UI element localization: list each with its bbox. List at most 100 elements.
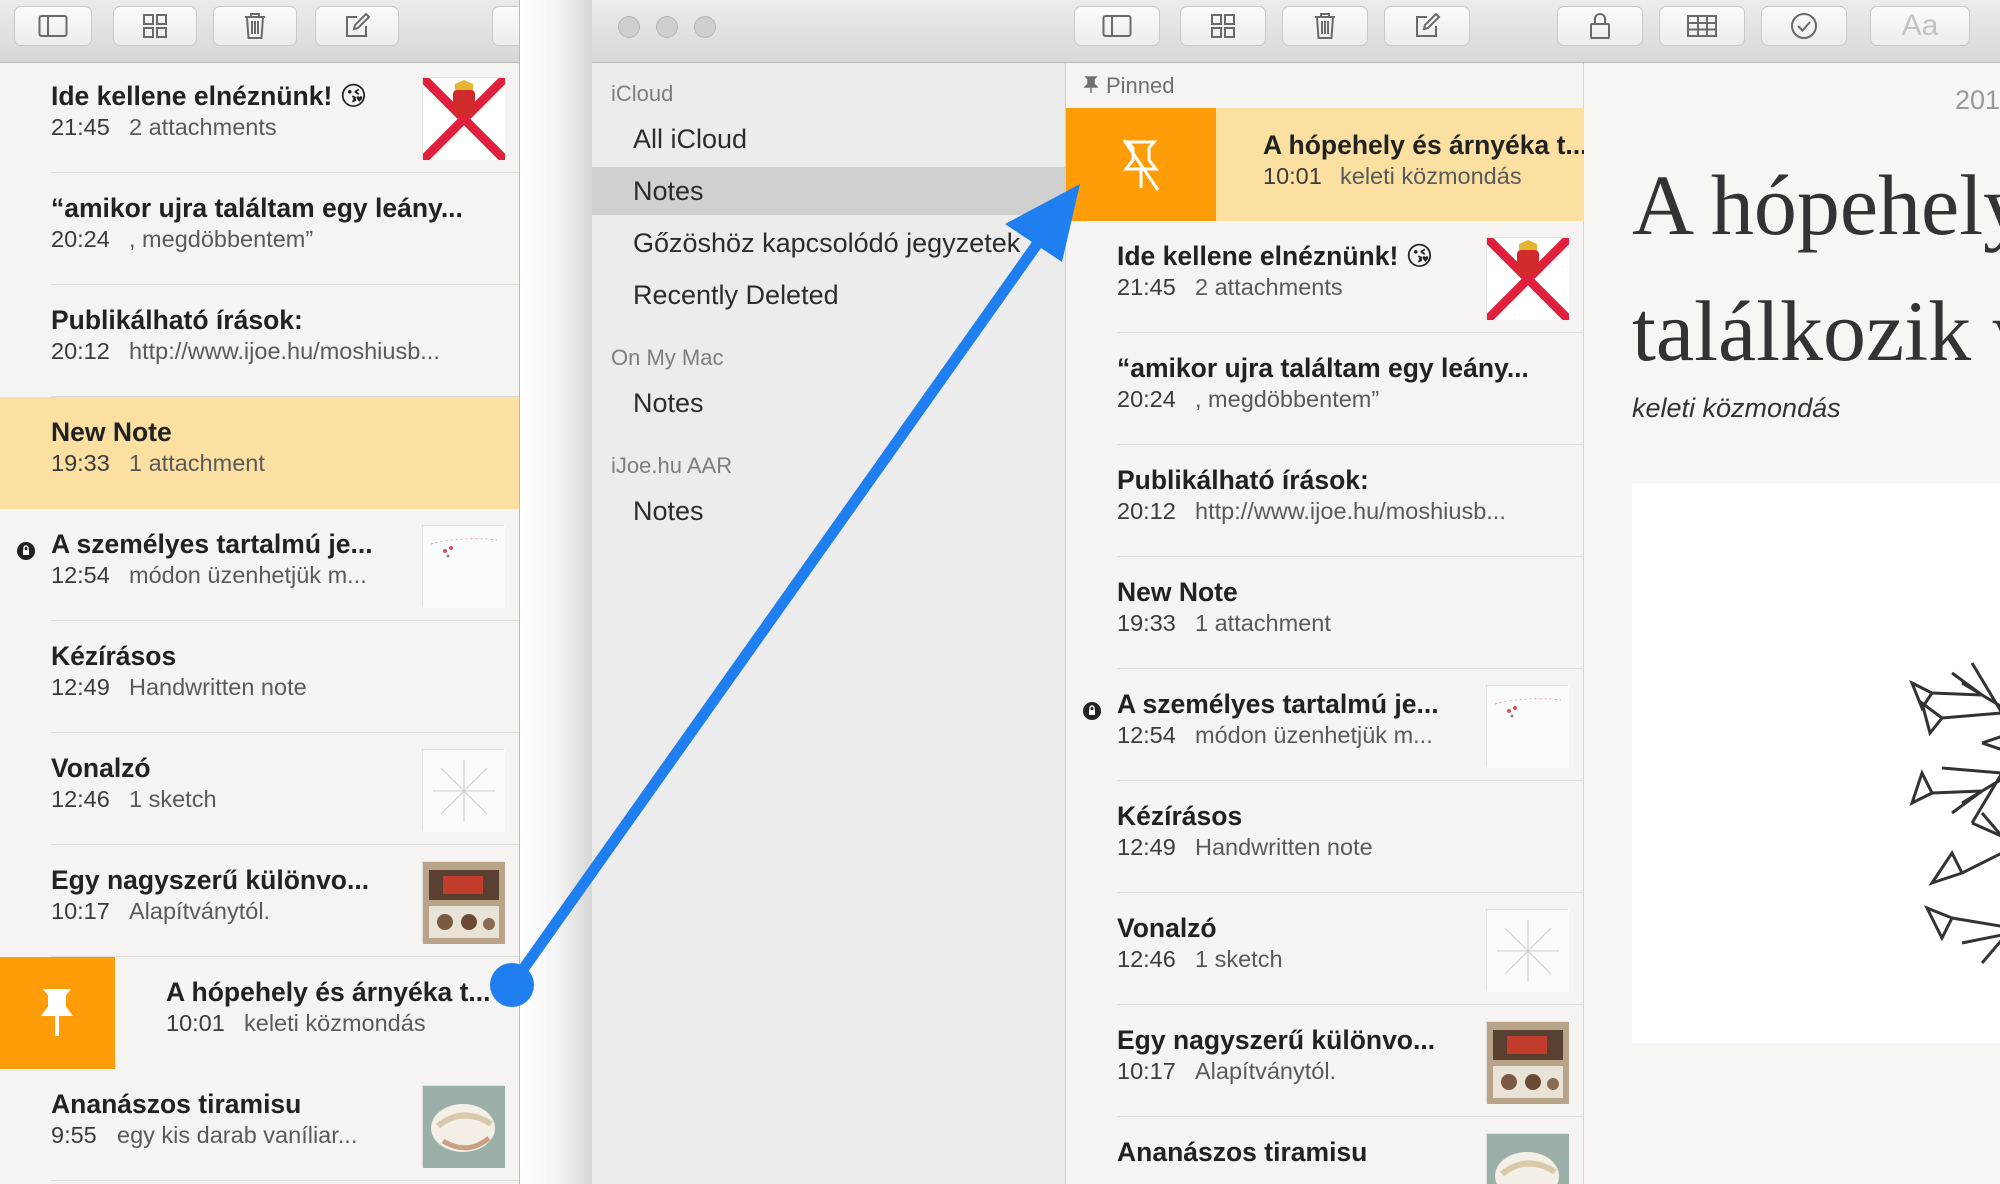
note-row[interactable]: A személyes tartalmú je... 12:54 módon üze… [0,509,519,621]
compose-button[interactable] [1384,6,1470,46]
folder-mac-notes[interactable]: Notes [592,379,1066,427]
checklist-button[interactable] [1761,6,1847,46]
note-row[interactable]: A hópehely és árnyéka t... 10:01 keleti kö… [0,957,519,1069]
gallery-view-button[interactable] [113,6,197,46]
pin-action-button[interactable] [0,957,115,1069]
note-title: “amikor ujra találtam egy leány... [1117,353,1529,383]
sidebar-icon [38,15,68,37]
note-time: 20:12 [51,338,110,364]
note-heading-line-1: A hópehely [1632,157,2000,253]
note-preview: Alapítványtól. [1195,1058,1337,1084]
note-row[interactable]: Egy nagyszerű különvo... 10:17 Alapítványt… [0,845,519,957]
note-preview: módon üzenhetjük m... [129,562,367,588]
format-button[interactable]: Aa [1870,6,1970,46]
note-title: Ide kellene elnéznünk! 😘 [51,81,368,111]
window-shadow [520,0,592,1184]
note-title: Vonalzó [1117,913,1217,943]
table-button[interactable] [1659,6,1745,46]
photo-thumbnail-icon [423,862,505,944]
note-preview: módon üzenhetjük m... [1195,722,1433,748]
minimize-window-button[interactable] [656,16,678,38]
note-thumbnail [1486,909,1569,992]
note-row[interactable]: Ananászos tiramisu 9:55 egy kis darab vaní… [0,1069,519,1181]
note-title: Egy nagyszerű különvo... [1117,1025,1436,1055]
note-preview: egy kis darab vaníliar... [117,1122,358,1148]
note-row[interactable]: “amikor ujra találtam egy leány... 20:24,… [1066,333,1584,445]
note-row[interactable]: Ide kellene elnéznünk! 😘 21:45 2 attachmen… [0,61,519,173]
note-preview: keleti közmondás [244,1010,426,1036]
delete-note-button[interactable] [213,6,297,46]
note-title: New Note [1117,577,1238,607]
delete-note-button[interactable] [1282,6,1368,46]
note-row[interactable]: New Note 19:33 1 attachment [1066,557,1584,669]
note-title: New Note [51,417,172,447]
note-time: 20:12 [1117,498,1176,524]
format-icon: Aa [1901,9,1939,42]
compose-button[interactable] [315,6,399,46]
snowflake-image [1632,483,2000,1043]
note-time: 19:33 [51,450,110,476]
food-thumbnail-icon [1487,1134,1569,1184]
note-row[interactable]: Vonalzó 12:46 1 sketch [0,733,519,845]
note-preview: 2 attachments [129,114,277,140]
group-header-icloud: iCloud [611,81,674,106]
note-row[interactable]: Publikálható írások: 20:12 http://www.ijoe… [0,285,519,397]
note-thumbnail [1486,1133,1569,1184]
zoom-window-button[interactable] [694,16,716,38]
note-row[interactable]: Vonalzó 12:46 1 sketch [1066,893,1584,1005]
note-row[interactable]: Egy nagyszerű különvo... 10:17 Alapítványt… [1066,1005,1584,1117]
note-row[interactable]: Ananászos tiramisu [1066,1117,1584,1184]
note-editor[interactable]: 201 A hópehely találkozik v keleti közmo… [1584,63,2000,1184]
row-separator [51,1180,519,1181]
note-preview: , megdöbbentem” [1195,386,1380,412]
note-preview: Handwritten note [1195,834,1373,860]
close-window-button[interactable] [618,16,640,38]
folder-all-icloud[interactable]: All iCloud [592,115,1066,163]
unpin-action-button[interactable] [1066,108,1216,221]
note-time: 12:46 [1117,946,1176,972]
note-preview: 2 attachments [1195,274,1343,300]
group-header-ijoe: iJoe.hu AAR [611,453,733,478]
note-row[interactable]: Kézírásos 12:49 Handwritten note [0,621,519,733]
note-title: Ananászos tiramisu [1117,1137,1368,1167]
note-time: 12:46 [51,786,110,812]
note-time: 10:01 [1263,163,1322,189]
folders-sidebar: iCloud All iCloud Notes Gőzöshöz kapcsol… [592,63,1066,1184]
note-time: 10:17 [51,898,110,924]
note-title: A hópehely és árnyéka t... [166,977,491,1007]
note-preview: 1 attachment [1195,610,1331,636]
note-title: Ananászos tiramisu [51,1089,302,1119]
note-preview: keleti közmondás [1340,163,1522,189]
folder-ijoe-notes[interactable]: Notes [592,487,1066,535]
note-time: 21:45 [51,114,110,140]
pin-icon [1084,76,1098,93]
right-toolbar: Aa [592,0,2000,63]
folder-recently-deleted[interactable]: Recently Deleted [592,271,1066,319]
right-notes-window: Aa iCloud All iCloud Notes Gőzöshöz kapc… [592,0,2000,1184]
folder-icloud-notes[interactable]: Notes [592,167,1066,215]
trash-icon [1315,13,1335,39]
note-row[interactable]: New Note 19:33 1 attachment [0,397,519,509]
note-row[interactable]: A személyes tartalmú je... 12:54 módon üze… [1066,669,1584,781]
note-row[interactable]: Ide kellene elnéznünk! 😘 21:45 2 attachmen… [1066,221,1584,333]
note-thumbnail [422,1085,505,1168]
folder-gozoshoz[interactable]: Gőzöshöz kapcsolódó jegyzetek [592,219,1066,267]
note-time: 12:54 [1117,722,1176,748]
table-icon [1687,15,1717,37]
toggle-sidebar-button[interactable] [14,6,92,46]
left-toolbar-button-partial[interactable] [492,6,519,46]
locked-note-icon [1083,702,1101,720]
toggle-sidebar-button[interactable] [1074,6,1160,46]
left-note-list: Ide kellene elnéznünk! 😘 21:45 2 attachmen… [0,61,519,1184]
note-row[interactable]: Publikálható írások: 20:12 http://www.ijoe… [1066,445,1584,557]
note-title: Egy nagyszerű különvo... [51,865,370,895]
food-thumbnail-icon [423,1086,505,1168]
photo-thumbnail-icon [1487,1022,1569,1104]
note-row[interactable]: “amikor ujra találtam egy leány... 20:24,… [0,173,519,285]
lock-note-button[interactable] [1557,6,1643,46]
note-row[interactable]: Kézírásos 12:49 Handwritten note [1066,781,1584,893]
gallery-view-button[interactable] [1180,6,1266,46]
pinned-note-row[interactable]: A hópehely és árnyéka t... 10:01 keleti … [1066,108,1584,221]
sketch-thumbnail-icon [1487,910,1569,992]
note-time: 21:45 [1117,274,1176,300]
